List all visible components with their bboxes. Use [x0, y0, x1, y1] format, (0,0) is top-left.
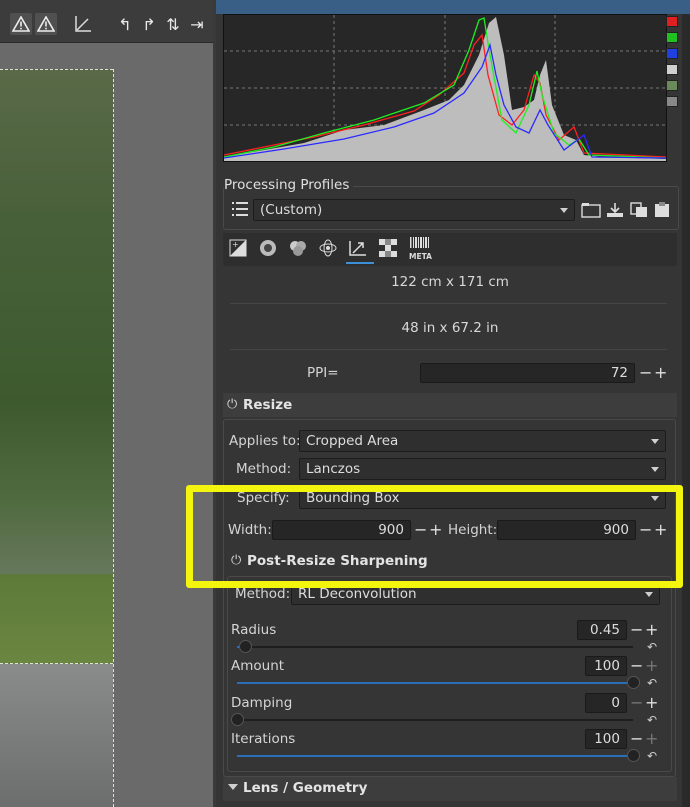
green-channel-toggle[interactable] — [666, 32, 678, 43]
copy-profile-icon[interactable] — [629, 202, 649, 222]
sharpening-method-value: RL Deconvolution — [298, 586, 417, 602]
size-cm-label: 122 cm x 171 cm — [391, 274, 509, 290]
applies-to-label: Applies to: — [229, 433, 301, 449]
radius-decrement-button[interactable]: − — [630, 622, 643, 638]
chroma-channel-toggle[interactable] — [666, 80, 678, 91]
raw-channel-toggle[interactable] — [666, 96, 678, 107]
histogram — [223, 14, 667, 162]
chevron-down-icon — [645, 592, 653, 597]
damping-increment-button[interactable]: + — [645, 695, 658, 711]
damping-slider-track[interactable] — [237, 719, 633, 721]
radius-slider-handle[interactable] — [238, 640, 252, 653]
iterations-label: Iterations — [231, 731, 296, 747]
panel-scrollbar[interactable] — [682, 14, 690, 807]
histogram-graph — [223, 15, 667, 161]
rotate-right-icon[interactable]: ↱ — [138, 13, 160, 35]
profile-select[interactable]: (Custom) — [253, 199, 575, 221]
processing-profiles-title: Processing Profiles — [224, 177, 354, 193]
blue-channel-toggle[interactable] — [666, 48, 678, 59]
graph-icon[interactable] — [72, 13, 94, 35]
radius-increment-button[interactable]: + — [645, 622, 658, 638]
crop-border — [113, 69, 114, 807]
damping-slider-handle[interactable] — [231, 713, 244, 726]
advanced-tab-icon[interactable] — [318, 238, 338, 258]
amount-slider-handle[interactable] — [627, 676, 640, 689]
paste-profile-icon[interactable] — [652, 202, 672, 222]
lens-geometry-title: Lens / Geometry — [243, 780, 368, 796]
crop-border-top — [0, 69, 113, 70]
editor-toolbar: ↰ ↱ ⇅ ⇥ — [0, 0, 213, 43]
amount-increment-button[interactable]: + — [645, 658, 658, 674]
warning-icon[interactable] — [10, 13, 32, 35]
applies-to-value: Cropped Area — [306, 433, 399, 449]
iterations-reset-icon[interactable]: ↶ — [647, 749, 657, 763]
radius-slider-track[interactable] — [237, 646, 633, 648]
radius-label: Radius — [231, 622, 277, 638]
flip-vertical-icon[interactable]: ⇅ — [162, 13, 184, 35]
amount-reset-icon[interactable]: ↶ — [647, 676, 657, 690]
raw-tab-icon[interactable] — [378, 238, 398, 258]
histogram-channel-buttons — [666, 16, 678, 112]
ppi-label: PPI= — [307, 365, 339, 381]
method-select[interactable]: Lanczos — [299, 458, 666, 480]
profile-list-icon[interactable] — [231, 200, 249, 222]
svg-text:+: + — [232, 240, 239, 249]
iterations-slider-handle[interactable] — [627, 749, 640, 762]
iterations-increment-button[interactable]: + — [645, 731, 658, 747]
grass-area — [0, 574, 113, 664]
damping-input[interactable]: 0 — [585, 693, 627, 713]
iterations-slider-fill — [237, 755, 633, 757]
warning-icon-2[interactable] — [35, 13, 57, 35]
profile-select-value: (Custom) — [260, 202, 323, 218]
ppi-input[interactable]: 72 — [420, 363, 635, 383]
size-inch-label: 48 in x 67.2 in — [401, 320, 499, 336]
radius-reset-icon[interactable]: ↶ — [647, 640, 657, 654]
transform-tab-icon[interactable] — [348, 238, 368, 258]
amount-slider-fill — [237, 682, 633, 684]
road-area — [0, 664, 113, 807]
ppi-decrement-button[interactable]: − — [639, 365, 652, 381]
chevron-down-icon — [228, 784, 238, 790]
method-value: Lanczos — [306, 461, 361, 477]
red-channel-toggle[interactable] — [666, 16, 678, 27]
color-tab-icon[interactable] — [288, 238, 308, 258]
amount-input[interactable]: 100 — [585, 656, 627, 676]
luminance-channel-toggle[interactable] — [666, 64, 678, 75]
chevron-down-icon — [651, 439, 659, 444]
save-profile-icon[interactable] — [605, 202, 625, 222]
sharpening-method-label: Method: — [235, 586, 291, 602]
iterations-decrement-button[interactable]: − — [630, 731, 643, 747]
divider — [230, 349, 667, 350]
amount-label: Amount — [231, 658, 285, 674]
amount-decrement-button[interactable]: − — [630, 658, 643, 674]
meta-tab-label: META — [409, 252, 432, 261]
active-tab-indicator — [346, 262, 374, 264]
chevron-down-icon — [560, 208, 568, 213]
damping-reset-icon[interactable]: ↶ — [647, 713, 657, 727]
method-label: Method: — [236, 461, 292, 477]
open-profile-icon[interactable] — [581, 202, 601, 222]
divider — [230, 303, 667, 304]
resize-title: Resize — [243, 397, 293, 413]
image-preview[interactable] — [0, 43, 213, 807]
exposure-tab-icon[interactable]: + — [228, 238, 248, 258]
damping-decrement-button[interactable]: − — [630, 695, 643, 711]
chevron-down-icon — [651, 467, 659, 472]
photo-preview — [0, 69, 113, 807]
damping-label: Damping — [231, 695, 293, 711]
highlight-box — [186, 485, 683, 588]
rotate-left-icon[interactable]: ↰ — [114, 13, 136, 35]
flip-horizontal-icon[interactable]: ⇥ — [186, 13, 208, 35]
iterations-input[interactable]: 100 — [585, 729, 627, 749]
detail-tab-icon[interactable] — [258, 238, 278, 258]
applies-to-select[interactable]: Cropped Area — [299, 430, 666, 452]
power-icon[interactable]: ⏻ — [227, 397, 237, 412]
radius-input[interactable]: 0.45 — [577, 620, 627, 640]
ppi-increment-button[interactable]: + — [654, 365, 667, 381]
crop-border-bottom — [0, 663, 113, 664]
window-titlebar — [216, 0, 690, 14]
